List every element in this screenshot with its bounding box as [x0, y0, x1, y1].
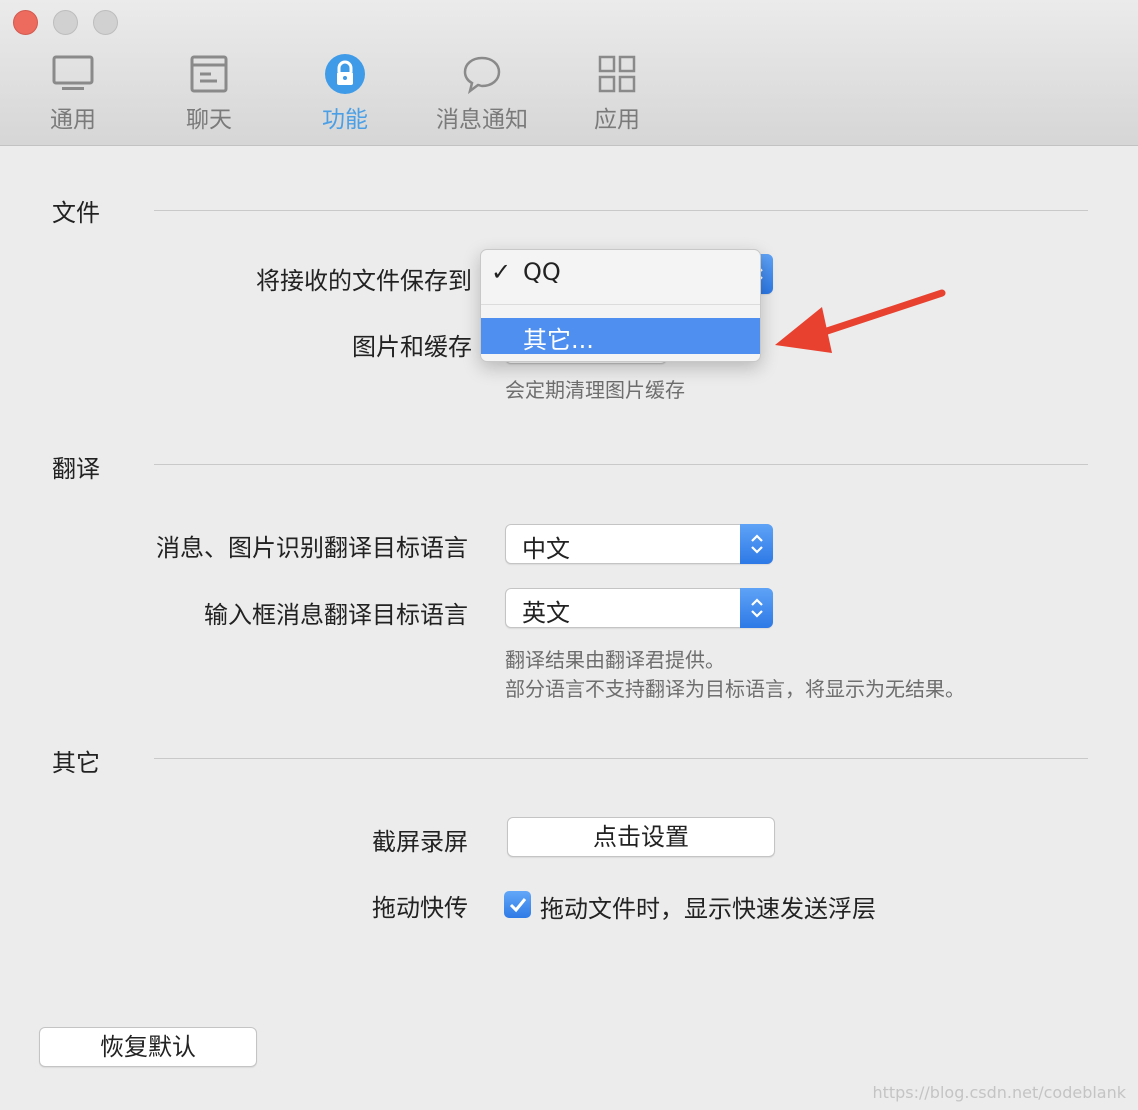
- red-arrow-annotation: [775, 289, 946, 353]
- tab-label: 通用: [50, 107, 96, 133]
- menu-item-label: 其它...: [523, 326, 594, 354]
- close-window-button[interactable]: [13, 10, 38, 35]
- monitor-icon: [50, 52, 96, 96]
- section-divider: [154, 464, 1088, 465]
- watermark: https://blog.csdn.net/codeblank: [872, 1083, 1126, 1102]
- input-translate-label: 输入框消息翻译目标语言: [204, 601, 468, 629]
- minimize-window-button[interactable]: [53, 10, 78, 35]
- section-title-other: 其它: [52, 749, 100, 777]
- save-to-dropdown-menu: ✓ QQ 其它...: [480, 249, 761, 362]
- tab-label: 聊天: [186, 107, 232, 133]
- translate-hint-1: 翻译结果由翻译君提供。: [505, 648, 725, 672]
- section-title-translate: 翻译: [52, 455, 100, 483]
- drag-transfer-checkbox[interactable]: [504, 891, 531, 918]
- tab-label: 应用: [594, 107, 640, 133]
- drag-transfer-label: 拖动快传: [372, 894, 468, 922]
- cache-hint: 会定期清理图片缓存: [505, 378, 685, 402]
- tab-chat[interactable]: 聊天: [186, 52, 232, 134]
- preferences-window: 通用 聊天 功能 消息通知 应用 文件 将接收的文件保存到 图片和缓存 会定期清…: [0, 0, 1138, 1110]
- translate-hint-2: 部分语言不支持翻译为目标语言，将显示为无结果。: [505, 677, 965, 701]
- section-divider: [154, 758, 1088, 759]
- msg-image-translate-label: 消息、图片识别翻译目标语言: [156, 534, 468, 562]
- input-language-select[interactable]: 英文: [505, 588, 773, 628]
- grid-icon: [594, 52, 640, 96]
- tab-general[interactable]: 通用: [50, 52, 96, 134]
- tab-label: 消息通知: [436, 107, 528, 133]
- images-cache-label: 图片和缓存: [352, 333, 472, 361]
- select-arrows-icon: [740, 588, 773, 628]
- drag-transfer-text: 拖动文件时，显示快速发送浮层: [540, 895, 876, 923]
- restore-defaults-button[interactable]: 恢复默认: [39, 1027, 257, 1067]
- tab-features[interactable]: 功能: [322, 52, 368, 134]
- msg-image-language-select[interactable]: 中文: [505, 524, 773, 564]
- chat-window-icon: [186, 52, 232, 96]
- select-value: 英文: [522, 599, 570, 627]
- toolbar: 通用 聊天 功能 消息通知 应用: [0, 0, 1138, 146]
- save-to-label: 将接收的文件保存到: [256, 267, 472, 295]
- select-value: 中文: [522, 535, 570, 563]
- menu-item-label: QQ: [523, 258, 561, 286]
- screenshot-settings-button[interactable]: 点击设置: [507, 817, 775, 857]
- section-divider: [154, 210, 1088, 211]
- tab-notifications[interactable]: 消息通知: [434, 52, 530, 134]
- tab-label: 功能: [322, 107, 368, 133]
- checkmark-icon: [509, 897, 526, 912]
- menu-item-other[interactable]: 其它...: [481, 318, 760, 354]
- menu-item-qq[interactable]: ✓ QQ: [481, 256, 760, 292]
- maximize-window-button[interactable]: [93, 10, 118, 35]
- tab-apps[interactable]: 应用: [594, 52, 640, 134]
- menu-separator: [481, 304, 760, 305]
- checkmark-icon: ✓: [491, 258, 512, 286]
- screenshot-label: 截屏录屏: [372, 828, 468, 856]
- lock-icon: [322, 52, 368, 96]
- section-title-file: 文件: [52, 199, 100, 227]
- select-arrows-icon: [740, 524, 773, 564]
- speech-bubble-icon: [459, 52, 505, 96]
